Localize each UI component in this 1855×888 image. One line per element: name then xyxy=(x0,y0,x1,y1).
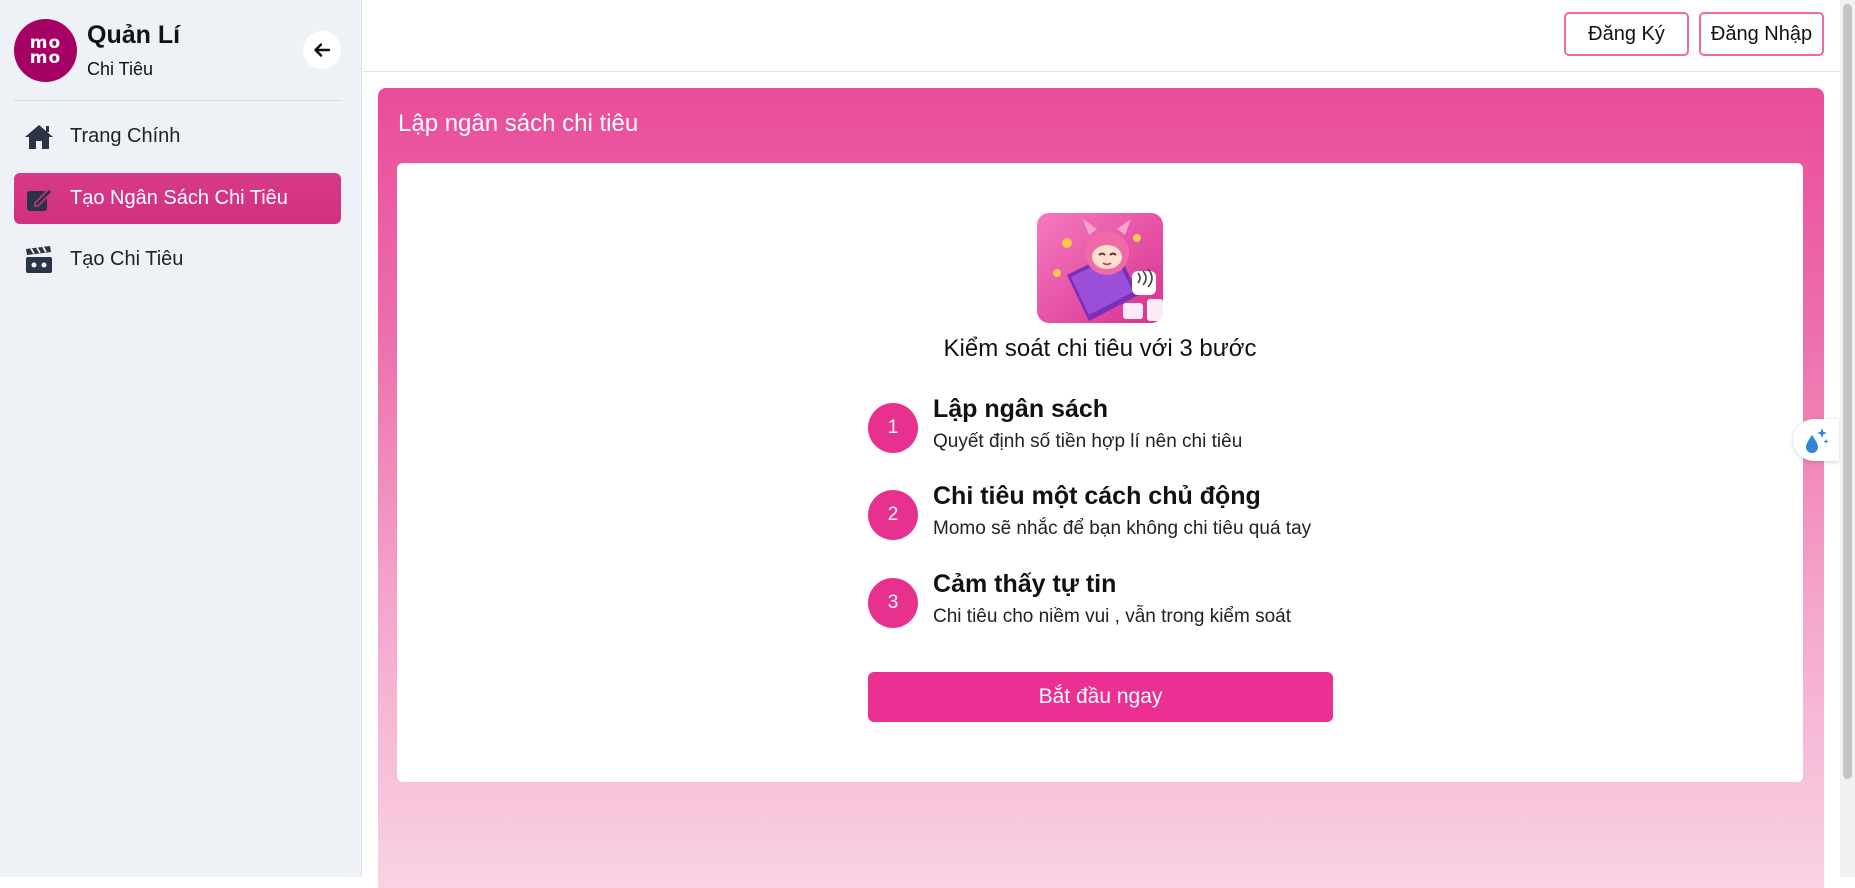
brand-title: Quản Lí xyxy=(87,21,181,49)
momo-logo: mo mo xyxy=(14,19,77,82)
panel-title: Lập ngân sách chi tiêu xyxy=(398,110,639,137)
mascot-illustration xyxy=(1037,213,1163,323)
step-number-badge: 3 xyxy=(868,578,918,628)
start-now-button[interactable]: Bắt đầu ngay xyxy=(868,672,1333,722)
sidebar-item-label: Tạo Ngân Sách Chi Tiêu xyxy=(70,187,288,209)
step-title: Cảm thấy tự tin xyxy=(933,570,1117,598)
page-scrollbar[interactable] xyxy=(1840,0,1855,877)
budget-panel: Lập ngân sách chi tiêu Kiểm soát chi tiê… xyxy=(378,88,1824,888)
step-number-badge: 1 xyxy=(868,403,918,453)
edit-note-icon xyxy=(22,182,56,216)
step-item: 1 Lập ngân sách Quyết định số tiền hợp l… xyxy=(868,395,1368,473)
sidebar-item-create-expense[interactable]: Tạo Chi Tiêu xyxy=(14,234,341,285)
step-title: Lập ngân sách xyxy=(933,395,1109,423)
step-number-badge: 2 xyxy=(868,490,918,540)
home-icon xyxy=(22,120,56,154)
step-description: Chi tiêu cho niềm vui , vẫn trong kiểm s… xyxy=(933,606,1292,627)
card-heading: Kiểm soát chi tiêu với 3 bước xyxy=(943,335,1257,362)
collapse-sidebar-button[interactable] xyxy=(303,31,341,69)
step-description: Momo sẽ nhắc để bạn không chi tiêu quá t… xyxy=(933,518,1312,539)
step-item: 3 Cảm thấy tự tin Chi tiêu cho niềm vui … xyxy=(868,570,1368,648)
sidebar-divider xyxy=(14,100,340,101)
sidebar-item-create-budget[interactable]: Tạo Ngân Sách Chi Tiêu xyxy=(14,173,341,224)
step-description: Quyết định số tiền hợp lí nên chi tiêu xyxy=(933,431,1243,452)
sidebar: mo mo Quản Lí Chi Tiêu Trang Chính Tạo N… xyxy=(0,0,362,877)
logo-text-bottom: mo xyxy=(29,47,62,68)
clapperboard-icon xyxy=(22,243,56,277)
register-button[interactable]: Đăng Ký xyxy=(1564,12,1689,56)
sparkle-drop-icon xyxy=(1806,428,1829,453)
sidebar-item-home[interactable]: Trang Chính xyxy=(14,111,341,162)
login-button[interactable]: Đăng Nhập xyxy=(1699,12,1824,56)
brand: mo mo Quản Lí Chi Tiêu xyxy=(14,19,340,83)
scrollbar-thumb[interactable] xyxy=(1843,4,1852,779)
arrow-left-icon xyxy=(314,43,331,57)
top-bar: Đăng Ký Đăng Nhập xyxy=(363,0,1855,72)
sidebar-item-label: Trang Chính xyxy=(70,125,181,147)
brand-subtitle: Chi Tiêu xyxy=(87,59,154,79)
floating-assistant-button[interactable] xyxy=(1793,419,1839,461)
budget-intro-card: Kiểm soát chi tiêu với 3 bước 1 Lập ngân… xyxy=(397,163,1803,782)
step-item: 2 Chi tiêu một cách chủ động Momo sẽ nhắ… xyxy=(868,482,1368,560)
sidebar-item-label: Tạo Chi Tiêu xyxy=(70,248,184,270)
step-title: Chi tiêu một cách chủ động xyxy=(933,482,1261,510)
